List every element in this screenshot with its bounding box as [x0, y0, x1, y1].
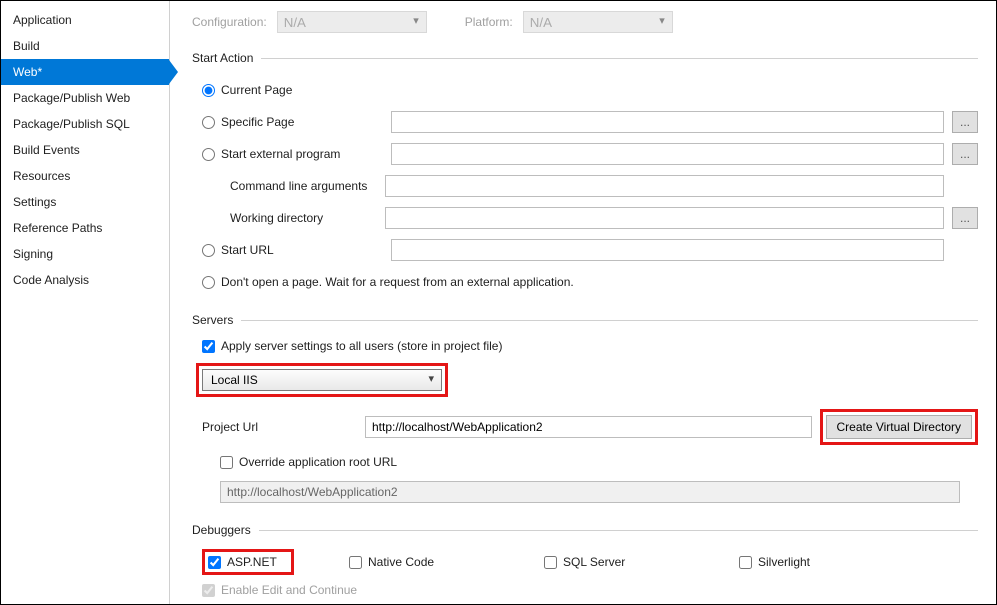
sidebar-item-web[interactable]: Web* — [1, 59, 169, 85]
debuggers-group: Debuggers ASP.NET Native Code SQL Server — [192, 523, 978, 597]
configuration-label: Configuration: — [192, 15, 267, 29]
divider — [261, 58, 978, 59]
radio-start-url[interactable] — [202, 244, 215, 257]
working-dir-browse-button[interactable] — [952, 207, 978, 229]
working-dir-label: Working directory — [230, 211, 385, 225]
sidebar: Application Build Web* Package/Publish W… — [1, 1, 170, 604]
server-select-highlight: Local IIS — [196, 363, 448, 397]
debugger-silverlight-checkbox[interactable] — [739, 556, 752, 569]
sidebar-item-signing[interactable]: Signing — [1, 241, 169, 267]
project-url-input[interactable] — [365, 416, 812, 438]
configuration-select: N/A — [277, 11, 427, 33]
radio-external-program[interactable] — [202, 148, 215, 161]
external-program-input[interactable] — [391, 143, 944, 165]
platform-label: Platform: — [465, 15, 513, 29]
sidebar-item-build-events[interactable]: Build Events — [1, 137, 169, 163]
create-vdir-highlight: Create Virtual Directory — [820, 409, 979, 445]
sidebar-item-package-web[interactable]: Package/Publish Web — [1, 85, 169, 111]
servers-group: Servers Apply server settings to all use… — [192, 313, 978, 505]
radio-start-url-label: Start URL — [221, 243, 391, 257]
config-row: Configuration: N/A Platform: N/A — [192, 11, 978, 33]
cmd-args-input[interactable] — [385, 175, 944, 197]
debugger-silverlight-label: Silverlight — [758, 555, 810, 569]
specific-page-browse-button[interactable] — [952, 111, 978, 133]
radio-external-program-label: Start external program — [221, 147, 391, 161]
sidebar-item-package-sql[interactable]: Package/Publish SQL — [1, 111, 169, 137]
apply-server-settings-label: Apply server settings to all users (stor… — [221, 339, 502, 353]
specific-page-input[interactable] — [391, 111, 944, 133]
server-select[interactable]: Local IIS — [202, 369, 442, 391]
debugger-aspnet-checkbox[interactable] — [208, 556, 221, 569]
radio-current-page-label: Current Page — [221, 83, 292, 97]
working-dir-input[interactable] — [385, 207, 944, 229]
debugger-native-checkbox[interactable] — [349, 556, 362, 569]
platform-select: N/A — [523, 11, 673, 33]
sidebar-item-build[interactable]: Build — [1, 33, 169, 59]
sidebar-item-resources[interactable]: Resources — [1, 163, 169, 189]
sidebar-item-settings[interactable]: Settings — [1, 189, 169, 215]
start-action-group: Start Action Current Page Specific Page … — [192, 51, 978, 295]
debuggers-title: Debuggers — [192, 523, 259, 537]
debugger-sql-checkbox[interactable] — [544, 556, 557, 569]
divider — [259, 530, 978, 531]
aspnet-highlight: ASP.NET — [202, 549, 294, 575]
cmd-args-label: Command line arguments — [230, 179, 385, 193]
radio-specific-page-label: Specific Page — [221, 115, 391, 129]
sidebar-item-code-analysis[interactable]: Code Analysis — [1, 267, 169, 293]
override-root-url-checkbox[interactable] — [220, 456, 233, 469]
radio-specific-page[interactable] — [202, 116, 215, 129]
apply-server-settings-checkbox[interactable] — [202, 340, 215, 353]
debugger-aspnet-label: ASP.NET — [227, 555, 277, 569]
external-program-browse-button[interactable] — [952, 143, 978, 165]
radio-current-page[interactable] — [202, 84, 215, 97]
debugger-sql-label: SQL Server — [563, 555, 625, 569]
radio-dont-open-label: Don't open a page. Wait for a request fr… — [221, 275, 574, 289]
servers-title: Servers — [192, 313, 241, 327]
create-virtual-directory-button[interactable]: Create Virtual Directory — [826, 415, 973, 439]
override-root-url-label: Override application root URL — [239, 455, 397, 469]
divider — [241, 320, 978, 321]
start-action-title: Start Action — [192, 51, 261, 65]
edit-continue-checkbox — [202, 584, 215, 597]
radio-dont-open[interactable] — [202, 276, 215, 289]
main-panel: Configuration: N/A Platform: N/A Start A… — [170, 1, 996, 604]
override-root-url-input — [220, 481, 960, 503]
sidebar-item-reference-paths[interactable]: Reference Paths — [1, 215, 169, 241]
edit-continue-label: Enable Edit and Continue — [221, 583, 357, 597]
start-url-input[interactable] — [391, 239, 944, 261]
sidebar-item-application[interactable]: Application — [1, 7, 169, 33]
project-url-label: Project Url — [202, 420, 357, 434]
debugger-native-label: Native Code — [368, 555, 434, 569]
